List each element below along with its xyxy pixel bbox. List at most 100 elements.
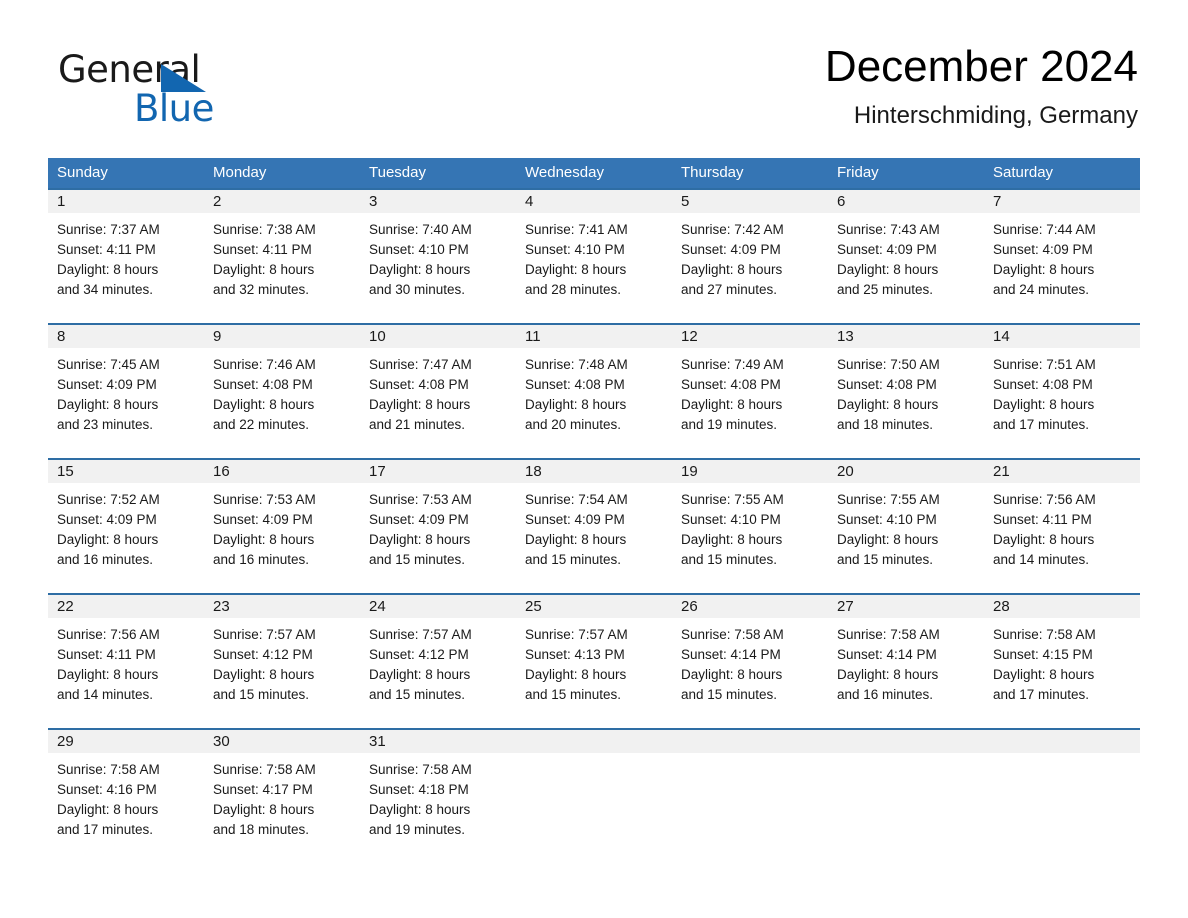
week-row: 22 Sunrise: 7:56 AM Sunset: 4:11 PM Dayl… xyxy=(48,593,1140,728)
day-number: 16 xyxy=(213,463,230,480)
day-info: Sunrise: 7:52 AM Sunset: 4:09 PM Dayligh… xyxy=(48,483,204,570)
day-info: Sunrise: 7:51 AM Sunset: 4:08 PM Dayligh… xyxy=(984,348,1140,435)
daylight-text-line2: and 28 minutes. xyxy=(525,282,622,297)
daylight-text-line2: and 14 minutes. xyxy=(57,687,154,702)
daylight-text-line2: and 15 minutes. xyxy=(369,687,466,702)
day-cell[interactable]: 1 Sunrise: 7:37 AM Sunset: 4:11 PM Dayli… xyxy=(48,190,204,323)
day-cell[interactable]: 4 Sunrise: 7:41 AM Sunset: 4:10 PM Dayli… xyxy=(516,190,672,323)
day-cell[interactable]: 30 Sunrise: 7:58 AM Sunset: 4:17 PM Dayl… xyxy=(204,730,360,838)
sunrise-text: Sunrise: 7:48 AM xyxy=(525,357,628,372)
day-number-band: 11 xyxy=(516,325,672,348)
day-number: 19 xyxy=(681,463,698,480)
sunrise-text: Sunrise: 7:51 AM xyxy=(993,357,1096,372)
sunrise-text: Sunrise: 7:55 AM xyxy=(681,492,784,507)
day-cell[interactable]: 12 Sunrise: 7:49 AM Sunset: 4:08 PM Dayl… xyxy=(672,325,828,458)
day-number-band: 6 xyxy=(828,190,984,213)
day-cell[interactable]: 9 Sunrise: 7:46 AM Sunset: 4:08 PM Dayli… xyxy=(204,325,360,458)
day-cell[interactable]: 5 Sunrise: 7:42 AM Sunset: 4:09 PM Dayli… xyxy=(672,190,828,323)
daylight-text-line2: and 15 minutes. xyxy=(525,552,622,567)
sunrise-text: Sunrise: 7:53 AM xyxy=(213,492,316,507)
sunrise-text: Sunrise: 7:58 AM xyxy=(213,762,316,777)
day-cell[interactable]: 21 Sunrise: 7:56 AM Sunset: 4:11 PM Dayl… xyxy=(984,460,1140,593)
sunrise-text: Sunrise: 7:56 AM xyxy=(57,627,160,642)
daylight-text-line2: and 17 minutes. xyxy=(57,822,154,837)
daylight-text-line1: Daylight: 8 hours xyxy=(369,532,471,547)
weekday-header-saturday: Saturday xyxy=(993,164,1054,181)
calendar-page: General Blue December 2024 Hinterschmidi… xyxy=(0,0,1188,918)
day-cell[interactable]: 2 Sunrise: 7:38 AM Sunset: 4:11 PM Dayli… xyxy=(204,190,360,323)
day-cell[interactable]: 10 Sunrise: 7:47 AM Sunset: 4:08 PM Dayl… xyxy=(360,325,516,458)
day-cell[interactable]: 23 Sunrise: 7:57 AM Sunset: 4:12 PM Dayl… xyxy=(204,595,360,728)
day-info: Sunrise: 7:38 AM Sunset: 4:11 PM Dayligh… xyxy=(204,213,360,300)
day-cell[interactable]: 24 Sunrise: 7:57 AM Sunset: 4:12 PM Dayl… xyxy=(360,595,516,728)
day-number: 27 xyxy=(837,598,854,615)
day-number: 6 xyxy=(837,193,846,210)
weekday-header-monday: Monday xyxy=(213,164,267,181)
day-info: Sunrise: 7:37 AM Sunset: 4:11 PM Dayligh… xyxy=(48,213,204,300)
day-cell[interactable]: 15 Sunrise: 7:52 AM Sunset: 4:09 PM Dayl… xyxy=(48,460,204,593)
day-cell[interactable]: 18 Sunrise: 7:54 AM Sunset: 4:09 PM Dayl… xyxy=(516,460,672,593)
daylight-text-line1: Daylight: 8 hours xyxy=(525,667,627,682)
day-info: Sunrise: 7:49 AM Sunset: 4:08 PM Dayligh… xyxy=(672,348,828,435)
day-cell[interactable]: 8 Sunrise: 7:45 AM Sunset: 4:09 PM Dayli… xyxy=(48,325,204,458)
day-cell-empty xyxy=(984,730,1140,838)
sunrise-text: Sunrise: 7:47 AM xyxy=(369,357,472,372)
day-number: 23 xyxy=(213,598,230,615)
day-cell[interactable]: 28 Sunrise: 7:58 AM Sunset: 4:15 PM Dayl… xyxy=(984,595,1140,728)
day-cell[interactable]: 7 Sunrise: 7:44 AM Sunset: 4:09 PM Dayli… xyxy=(984,190,1140,323)
daylight-text-line1: Daylight: 8 hours xyxy=(57,532,159,547)
day-cell[interactable]: 6 Sunrise: 7:43 AM Sunset: 4:09 PM Dayli… xyxy=(828,190,984,323)
sunset-text: Sunset: 4:09 PM xyxy=(213,512,313,527)
day-cell[interactable]: 20 Sunrise: 7:55 AM Sunset: 4:10 PM Dayl… xyxy=(828,460,984,593)
day-number-band: 31 xyxy=(360,730,516,753)
day-number: 14 xyxy=(993,328,1010,345)
day-number: 30 xyxy=(213,733,230,750)
week-row: 8 Sunrise: 7:45 AM Sunset: 4:09 PM Dayli… xyxy=(48,323,1140,458)
daylight-text-line2: and 15 minutes. xyxy=(525,687,622,702)
daylight-text-line2: and 15 minutes. xyxy=(213,687,310,702)
day-cell[interactable]: 29 Sunrise: 7:58 AM Sunset: 4:16 PM Dayl… xyxy=(48,730,204,838)
day-number-band: 27 xyxy=(828,595,984,618)
day-cell[interactable]: 14 Sunrise: 7:51 AM Sunset: 4:08 PM Dayl… xyxy=(984,325,1140,458)
day-cell[interactable]: 22 Sunrise: 7:56 AM Sunset: 4:11 PM Dayl… xyxy=(48,595,204,728)
daylight-text-line1: Daylight: 8 hours xyxy=(57,667,159,682)
daylight-text-line1: Daylight: 8 hours xyxy=(993,397,1095,412)
day-cell[interactable]: 16 Sunrise: 7:53 AM Sunset: 4:09 PM Dayl… xyxy=(204,460,360,593)
sunrise-text: Sunrise: 7:58 AM xyxy=(993,627,1096,642)
daylight-text-line1: Daylight: 8 hours xyxy=(993,667,1095,682)
sunrise-text: Sunrise: 7:44 AM xyxy=(993,222,1096,237)
day-number: 9 xyxy=(213,328,222,345)
day-cell[interactable]: 25 Sunrise: 7:57 AM Sunset: 4:13 PM Dayl… xyxy=(516,595,672,728)
day-info: Sunrise: 7:41 AM Sunset: 4:10 PM Dayligh… xyxy=(516,213,672,300)
day-info: Sunrise: 7:54 AM Sunset: 4:09 PM Dayligh… xyxy=(516,483,672,570)
sunrise-text: Sunrise: 7:45 AM xyxy=(57,357,160,372)
day-number-band: 10 xyxy=(360,325,516,348)
daylight-text-line1: Daylight: 8 hours xyxy=(681,262,783,277)
day-cell[interactable]: 19 Sunrise: 7:55 AM Sunset: 4:10 PM Dayl… xyxy=(672,460,828,593)
day-number: 11 xyxy=(525,328,541,345)
sunset-text: Sunset: 4:11 PM xyxy=(213,242,312,257)
sunrise-text: Sunrise: 7:56 AM xyxy=(993,492,1096,507)
weekday-header-friday: Friday xyxy=(837,164,879,181)
daylight-text-line1: Daylight: 8 hours xyxy=(681,397,783,412)
sunset-text: Sunset: 4:08 PM xyxy=(213,377,313,392)
day-cell[interactable]: 31 Sunrise: 7:58 AM Sunset: 4:18 PM Dayl… xyxy=(360,730,516,838)
day-info: Sunrise: 7:56 AM Sunset: 4:11 PM Dayligh… xyxy=(984,483,1140,570)
sunset-text: Sunset: 4:09 PM xyxy=(681,242,781,257)
day-number-band: 9 xyxy=(204,325,360,348)
daylight-text-line2: and 34 minutes. xyxy=(57,282,154,297)
brand-logo[interactable]: General Blue xyxy=(58,50,318,130)
day-cell[interactable]: 26 Sunrise: 7:58 AM Sunset: 4:14 PM Dayl… xyxy=(672,595,828,728)
day-number-band: 5 xyxy=(672,190,828,213)
sunset-text: Sunset: 4:14 PM xyxy=(681,647,781,662)
daylight-text-line1: Daylight: 8 hours xyxy=(369,667,471,682)
day-cell[interactable]: 11 Sunrise: 7:48 AM Sunset: 4:08 PM Dayl… xyxy=(516,325,672,458)
day-cell[interactable]: 13 Sunrise: 7:50 AM Sunset: 4:08 PM Dayl… xyxy=(828,325,984,458)
sunset-text: Sunset: 4:15 PM xyxy=(993,647,1093,662)
day-number: 28 xyxy=(993,598,1010,615)
day-cell[interactable]: 27 Sunrise: 7:58 AM Sunset: 4:14 PM Dayl… xyxy=(828,595,984,728)
day-number-band: 13 xyxy=(828,325,984,348)
daylight-text-line1: Daylight: 8 hours xyxy=(837,397,939,412)
day-cell[interactable]: 17 Sunrise: 7:53 AM Sunset: 4:09 PM Dayl… xyxy=(360,460,516,593)
day-cell[interactable]: 3 Sunrise: 7:40 AM Sunset: 4:10 PM Dayli… xyxy=(360,190,516,323)
